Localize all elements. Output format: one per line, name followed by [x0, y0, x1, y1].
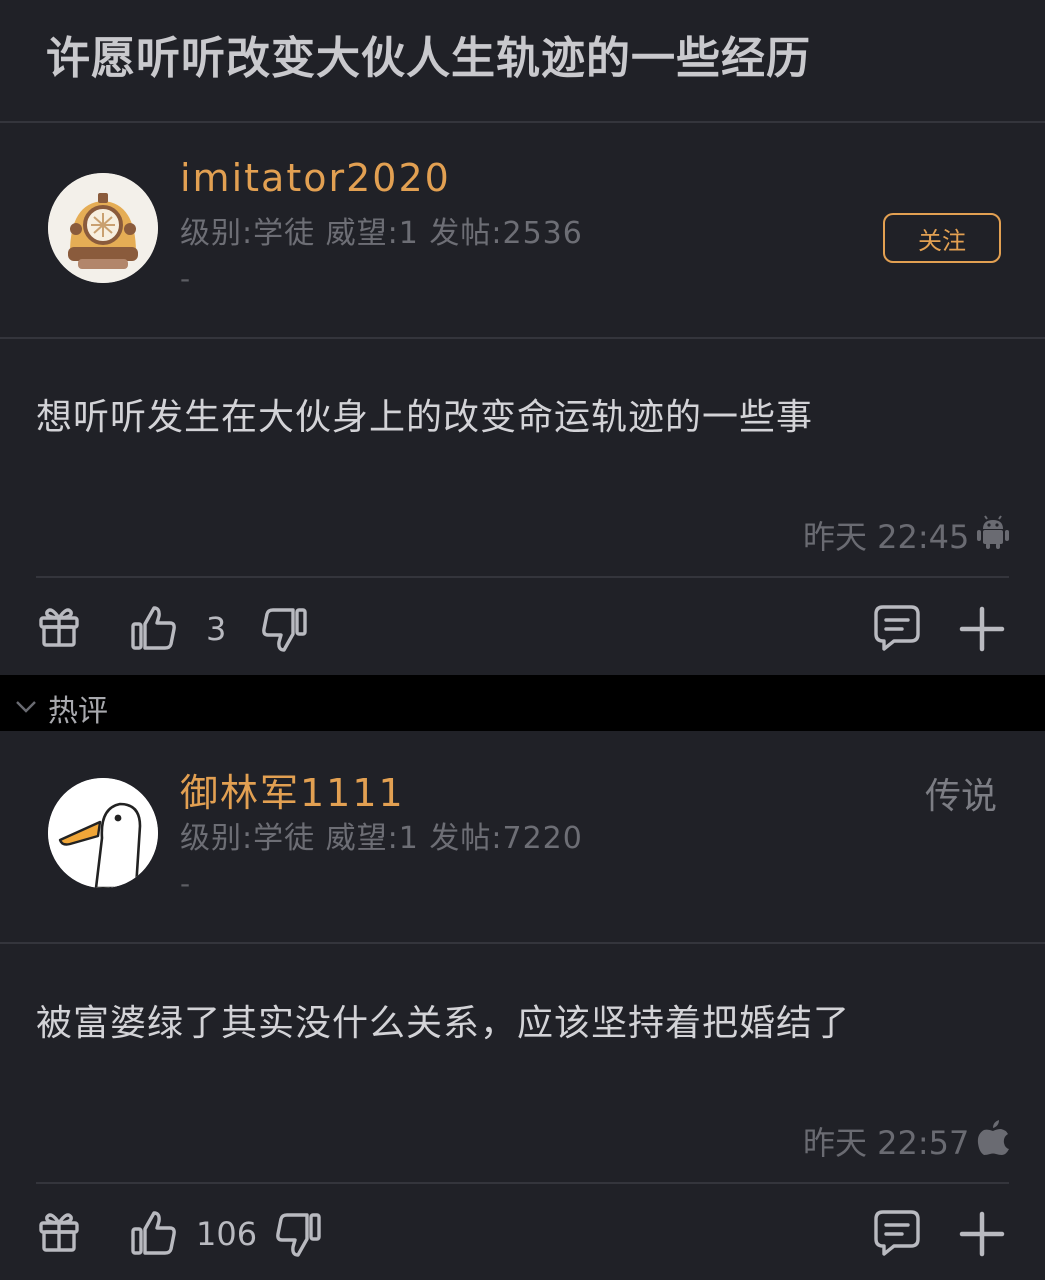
hot-comments-bar[interactable]: [0, 675, 1045, 731]
comment-icon[interactable]: [872, 1209, 922, 1261]
plus-icon[interactable]: [959, 1211, 1005, 1260]
header-divider: [0, 121, 1045, 123]
follow-button[interactable]: 关注: [883, 213, 1001, 263]
gift-icon[interactable]: [38, 604, 80, 652]
comment-user-signature: -: [180, 867, 191, 900]
like-icon[interactable]: [130, 1209, 178, 1261]
post-timestamp: 昨天 22:45: [803, 518, 970, 556]
post-content: 想听听发生在大伙身上的改变命运轨迹的一些事: [36, 397, 814, 438]
diving-helmet-icon: [48, 173, 158, 283]
comment-timestamp: 昨天 22:57: [803, 1124, 970, 1162]
gift-icon[interactable]: [38, 1209, 80, 1257]
author-divider: [0, 337, 1045, 339]
post-user-meta: 级别:学徒 威望:1 发帖:2536: [180, 216, 583, 251]
comment-username[interactable]: 御林军1111: [180, 762, 405, 817]
chevron-down-icon[interactable]: [14, 694, 38, 722]
like-count: 106: [196, 1215, 258, 1253]
dislike-icon[interactable]: [260, 606, 308, 658]
hot-comments-label: 热评: [48, 694, 108, 729]
comment-badge: 传说: [925, 776, 998, 817]
goose-icon: [48, 778, 158, 888]
action-divider: [36, 576, 1009, 578]
like-icon[interactable]: [130, 604, 178, 656]
comment-user-meta: 级别:学徒 威望:1 发帖:7220: [180, 821, 583, 856]
avatar[interactable]: [48, 778, 158, 888]
apple-icon: [977, 1118, 1009, 1160]
post-username[interactable]: imitator2020: [180, 156, 451, 200]
comment-content: 被富婆绿了其实没什么关系，应该坚持着把婚结了: [36, 1003, 851, 1044]
plus-icon[interactable]: [959, 606, 1005, 655]
comment-author-divider: [0, 942, 1045, 944]
comment-action-divider: [36, 1182, 1009, 1184]
android-icon: [975, 514, 1011, 554]
thread-title: 许愿听听改变大伙人生轨迹的一些经历: [46, 33, 811, 84]
like-count: 3: [206, 610, 227, 648]
avatar[interactable]: [48, 173, 158, 283]
post-user-signature: -: [180, 262, 191, 295]
dislike-icon[interactable]: [274, 1211, 322, 1263]
comment-icon[interactable]: [872, 604, 922, 656]
